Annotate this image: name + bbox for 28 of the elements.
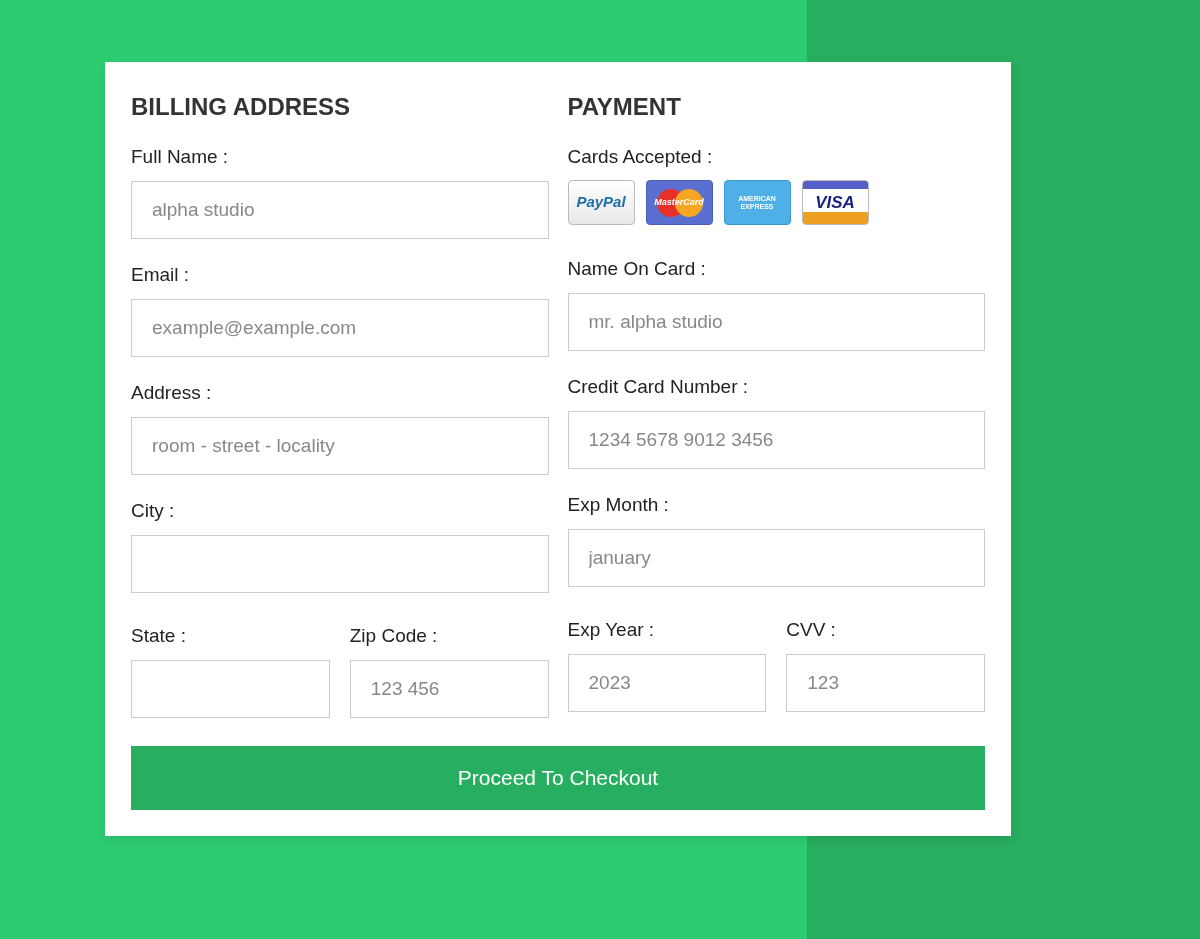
field-label: CVV : bbox=[786, 618, 837, 642]
input-field[interactable]: january bbox=[567, 529, 985, 587]
input-field[interactable]: 2023 bbox=[567, 654, 767, 712]
field-label: City : bbox=[131, 499, 176, 523]
checkout-button[interactable]: Proceed To Checkout bbox=[131, 746, 985, 810]
input-field[interactable] bbox=[131, 535, 549, 593]
field-label: Full Name : bbox=[131, 145, 230, 169]
field-label: State : bbox=[131, 624, 187, 648]
input-field[interactable]: alpha studio bbox=[131, 181, 549, 239]
field-label: Zip Code : bbox=[349, 624, 439, 648]
field-label: Address : bbox=[131, 381, 213, 405]
field-label: Name On Card : bbox=[567, 257, 707, 281]
input-field[interactable]: room - street - locality bbox=[131, 417, 549, 475]
input-field[interactable]: 1234 5678 9012 3456 bbox=[567, 411, 985, 469]
input-field[interactable]: 123 456 bbox=[349, 660, 549, 718]
section-heading: BILLING ADDRESS bbox=[131, 92, 352, 122]
card-logo: PayPal bbox=[567, 180, 635, 225]
input-field[interactable]: 123 bbox=[786, 654, 985, 712]
field-label: Credit Card Number : bbox=[567, 375, 750, 399]
card-logo: VISA bbox=[801, 180, 869, 225]
field-label: Email : bbox=[131, 263, 191, 287]
input-field[interactable] bbox=[131, 660, 330, 718]
field-label: Exp Month : bbox=[567, 493, 670, 517]
section-heading: PAYMENT bbox=[567, 92, 682, 122]
input-field[interactable]: example@example.com bbox=[131, 299, 549, 357]
field-label: Cards Accepted : bbox=[567, 145, 714, 169]
input-field[interactable]: mr. alpha studio bbox=[567, 293, 985, 351]
field-label: Exp Year : bbox=[567, 618, 656, 642]
